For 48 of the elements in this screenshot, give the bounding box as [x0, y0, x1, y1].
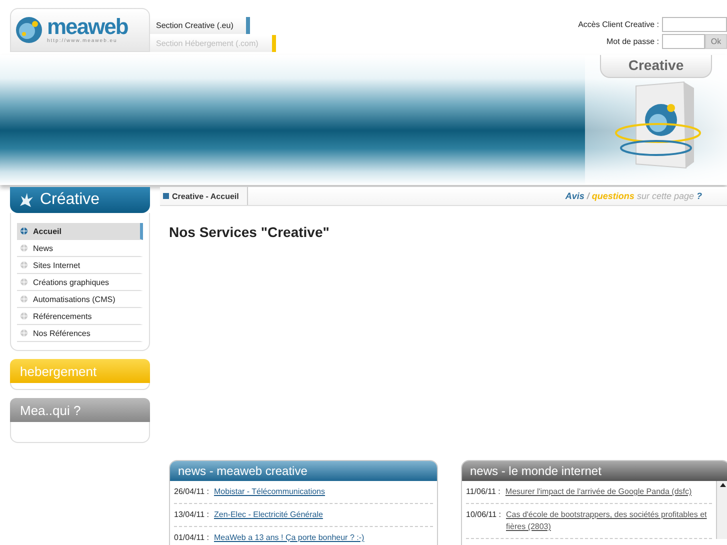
news-panel-title: news - le monde internet	[462, 461, 727, 481]
scrollbar[interactable]	[716, 481, 727, 539]
product-title: Creative	[600, 55, 712, 78]
logo-name: meaweb	[47, 16, 128, 38]
menu-item[interactable]: Nos Références	[17, 325, 143, 342]
password-label: Mot de passe :	[606, 37, 660, 46]
menu-item[interactable]: News	[17, 240, 143, 257]
news-link[interactable]: Cas d'école de bootstrappers, des sociétés profitables et fières (2803)	[506, 509, 712, 533]
menu-item-label: Créations graphiques	[33, 278, 110, 286]
password-field[interactable]	[662, 34, 705, 49]
client-label: Accès Client Creative :	[578, 20, 660, 29]
menu-item-label: News	[33, 244, 54, 252]
menu-item-label: Sites Internet	[33, 260, 80, 270]
menu-item-label: Nos Références	[33, 328, 90, 338]
menu-item[interactable]: Créations graphiques	[17, 274, 143, 291]
page-title: Nos Services "Creative"	[169, 224, 330, 240]
section-tab[interactable]: Section Creative (.eu)	[150, 17, 250, 34]
menu-item[interactable]: Référencements	[17, 308, 143, 325]
globe-icon	[20, 312, 28, 320]
breadcrumb[interactable]: Creative - Accueil	[160, 187, 248, 205]
globe-icon	[20, 278, 28, 286]
menu-item[interactable]: Sites Internet	[17, 257, 143, 274]
client-field[interactable]	[662, 17, 727, 32]
news-link[interactable]: MeaWeb a 13 ans ! Ça porte bonheur ? :-)	[214, 532, 364, 544]
news-link[interactable]: Mesurer l'impact de l'arrivée de Google Panda (dsfc)	[505, 486, 692, 498]
news-date: 26/04/11 :	[174, 486, 209, 498]
feedback-link[interactable]: Avis / questions sur cette page ?	[565, 191, 702, 201]
globe-icon	[20, 329, 28, 337]
square-icon	[163, 193, 169, 199]
sidebar-title: Créative	[40, 191, 100, 209]
globe-icon	[20, 261, 28, 269]
menu-item-label: Accueil	[33, 226, 62, 236]
menu-item[interactable]: Accueil	[17, 223, 143, 240]
menu-item-label: Automatisations (CMS)	[33, 294, 116, 304]
globe-icon	[20, 227, 28, 235]
news-date: 13/04/11 :	[174, 509, 209, 521]
globe-icon	[20, 295, 28, 303]
news-date: 10/06/11 :	[466, 509, 501, 521]
news-link[interactable]: Zen-Elec - Electricité Générale	[214, 509, 323, 521]
news-date: 01/04/11 :	[174, 532, 209, 544]
menu-item-label: Référencements	[33, 312, 92, 320]
news-link[interactable]: Mobistar - Télécommunications	[214, 486, 326, 498]
logo-icon	[15, 16, 43, 44]
news-date: 11/06/11 :	[466, 486, 500, 498]
breadcrumb-label: Creative - Accueil	[172, 192, 239, 200]
globe-icon	[20, 244, 28, 252]
news-panel-title: news - meaweb creative	[170, 461, 437, 481]
menu-item[interactable]: Automatisations (CMS)	[17, 291, 143, 308]
